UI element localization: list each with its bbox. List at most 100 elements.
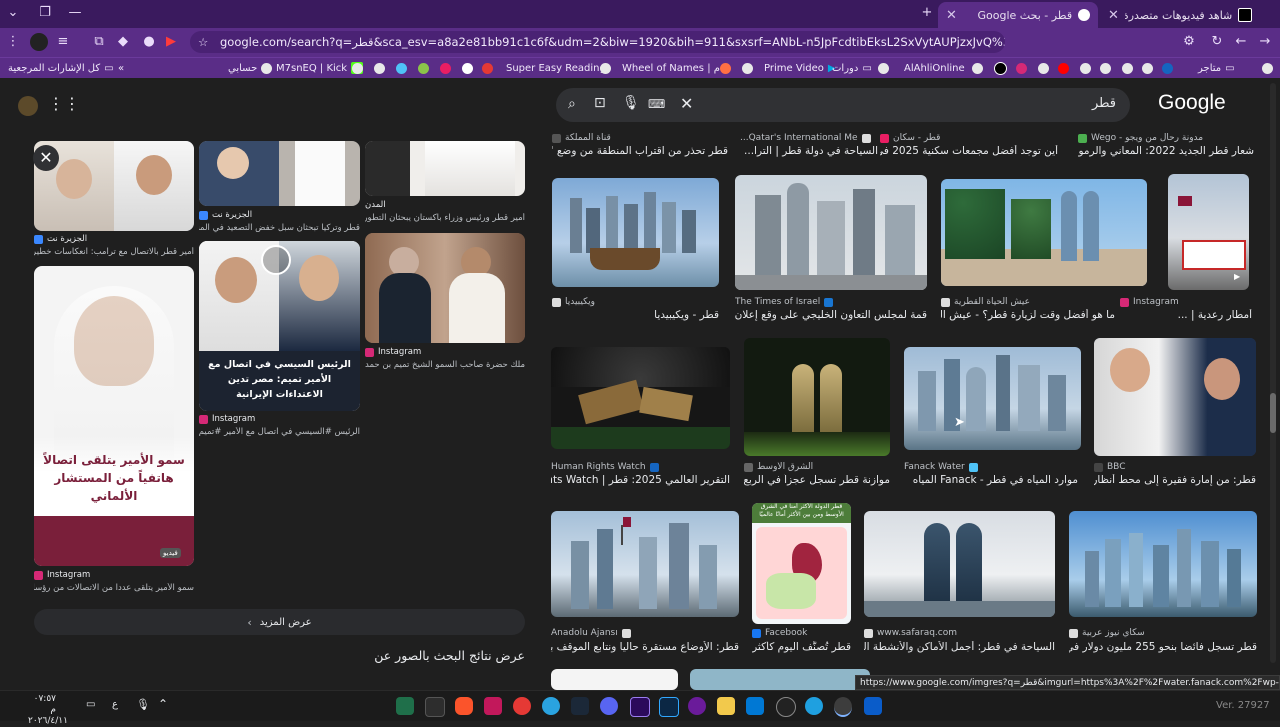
bookmark-prime-video[interactable]: Prime Video ▶ [764,60,836,76]
image-caption[interactable]: قطر وتركيا تبحثان سبل خفض التصعيد في الم… [199,223,360,233]
result-image[interactable] [744,338,890,456]
result-image[interactable]: ➤ [904,347,1081,450]
more-bookmarks-icon[interactable]: « [118,60,124,76]
bookmark-icon[interactable] [1122,60,1133,76]
clear-search-icon[interactable]: ✕ [680,94,693,113]
language-indicator[interactable]: ع [112,699,118,710]
bookmark-alahlionline[interactable]: AlAhliOnline [904,60,965,76]
image-caption[interactable]: أمير قطر ورئيس وزراء باكستان يبحثان التط… [365,213,525,223]
tiktok-icon[interactable] [994,60,1007,76]
result-image[interactable]: قطر الدولة الأكثر أمناً في الشرق الأوسط … [752,503,851,624]
result-image[interactable] [941,179,1147,286]
scrollbar-thumb[interactable] [1270,393,1276,433]
bookmark-icon[interactable] [720,60,731,76]
result-image[interactable] [552,178,719,287]
result-title[interactable]: التقرير العالمي 2025: قطر | Human Rights… [551,474,730,486]
chrome-app-icon[interactable] [834,697,852,717]
brave-app-icon[interactable] [455,697,473,715]
result-image[interactable]: ▶ [1168,174,1249,290]
bookmark-icon[interactable] [972,60,983,76]
image-caption[interactable]: سمو الأمير يتلقى عدداً من الاتصالات من ر… [34,583,194,593]
search-icon[interactable]: ⌕ [568,96,576,112]
bookmark-icon[interactable] [396,60,407,76]
bookmark-icon[interactable] [1080,60,1091,76]
bookmark-my-account[interactable]: حسابي [228,60,273,76]
result-image[interactable] [1094,338,1256,456]
bookmark-courses[interactable]: دورات ▭ [832,60,872,76]
search-box[interactable]: ⌕ ⊡ 🎙 ⌨ ✕ قطر [556,88,1130,122]
extensions-puzzle-icon[interactable]: ⧉ [90,33,108,51]
result-title[interactable]: أين توجد أفضل مجمعات سكنية 2025 في ... [880,145,1058,157]
new-tab-icon[interactable]: + [918,4,936,22]
bookmark-super-easy-reading[interactable]: Super Easy Reading [506,60,606,76]
file-explorer-icon[interactable] [717,697,735,715]
minimize-icon[interactable]: — [66,4,84,22]
extension-icon[interactable]: ◆ [114,33,132,51]
address-bar[interactable]: ☆ google.com/search?q=قطر&sca_esv=a8a2e8… [190,31,1005,53]
account-avatar[interactable] [18,96,38,116]
bookmark-kick[interactable]: M7snEQ | Kick [276,60,364,76]
show-more-button[interactable]: ‹ عرض المزيد [34,609,525,635]
image-caption[interactable]: ملك حضرة صاحب السمو الشيخ تميم بن حمد آل… [365,360,525,370]
result-image[interactable] [864,511,1055,617]
extension-icon[interactable] [30,33,48,51]
related-image[interactable] [199,141,360,206]
result-title[interactable]: موارد المياه في قطر - Fanack المياه [904,474,1078,486]
discord-app-icon[interactable] [600,697,618,715]
youtube-icon[interactable]: ▶ [162,33,180,51]
result-title[interactable]: قمة لمجلس التعاون الخليجي على وقع إعلان … [735,309,927,321]
bookmark-icon[interactable] [878,60,889,76]
bookmark-icon[interactable] [1162,60,1173,76]
result-image[interactable] [735,175,927,290]
extension-icon[interactable]: ≡ [54,33,72,51]
bookmark-icon[interactable] [482,60,493,76]
microphone-icon[interactable]: 🎙 [136,698,150,711]
bookmark-icon[interactable] [1100,60,1111,76]
result-image[interactable] [551,669,678,690]
image-caption[interactable]: الرئيس #السيسي في اتصال مع الأمير #تميم:… [199,427,360,437]
app-icon[interactable] [484,697,502,715]
start-menu-icon[interactable] [864,697,882,715]
edge-app-icon[interactable] [805,697,823,715]
bookmark-icon[interactable] [1142,60,1153,76]
related-image[interactable] [365,233,525,343]
extension-icon[interactable]: ● [140,33,158,51]
result-image[interactable] [1069,511,1257,617]
excel-app-icon[interactable] [396,697,414,715]
instagram-icon[interactable] [1016,60,1027,76]
close-tab-icon[interactable]: ✕ [946,8,957,23]
tab-google-search[interactable]: ✕ قطر - بحث Google [938,2,1098,28]
window-restore-icon[interactable]: ❐ [36,4,54,22]
result-title[interactable]: قطر: الأوضاع مستقرة حاليا ونتابع الموقف … [551,641,739,653]
search-query[interactable]: قطر [1092,96,1116,111]
tray-expand-icon[interactable]: ⌃ [158,697,168,711]
lens-icon[interactable]: ⊡ [594,95,606,111]
store-app-icon[interactable] [746,697,764,715]
result-title[interactable]: قطر - ويكيبيديا [552,309,719,321]
apps-grid-icon[interactable]: ⋮⋮ [48,94,80,113]
terminal-app-icon[interactable] [425,697,445,717]
bookmark-star-icon[interactable]: ☆ [198,31,208,53]
steam-app-icon[interactable] [571,697,589,715]
result-title[interactable]: قطر: من إمارة فقيرة إلى محط أنظار العالم… [1094,474,1256,486]
site-settings-icon[interactable]: ⚙ [1180,33,1198,51]
taskbar-clock[interactable]: ٠٧:٥٧ م ٢٠٢٦/٤/١١ [28,694,68,727]
photoshop-app-icon[interactable] [659,697,679,717]
result-title[interactable]: أمطار رعدية | ... [1120,309,1252,321]
result-image[interactable] [690,669,870,690]
keyboard-icon[interactable]: ⌨ [648,97,665,111]
related-image[interactable]: سمو الأمير يتلقى اتصالاً هاتفياً من المس… [34,266,194,566]
notification-icon[interactable]: ▭ [86,699,95,710]
bookmark-icon[interactable] [1038,60,1049,76]
image-caption[interactable]: أمير قطر بالاتصال مع ترامب: انعكاسات خطي… [34,247,194,257]
tab-search-icon[interactable]: ⌄ [4,4,22,22]
menu-icon[interactable]: ⋮ [4,33,22,51]
bookmark-icon[interactable] [352,60,363,76]
result-title[interactable]: قطر تحذر من اقتراب المنطقة من وضع "لا يم… [552,145,728,157]
bookmark-icon[interactable] [742,60,753,76]
bookmark-icon[interactable] [374,60,385,76]
bookmark-icon[interactable] [1262,60,1273,76]
all-bookmarks-link[interactable]: كل الإشارات المرجعية ▭ [8,60,114,76]
result-image[interactable] [551,347,730,449]
bookmark-icon[interactable] [418,60,429,76]
